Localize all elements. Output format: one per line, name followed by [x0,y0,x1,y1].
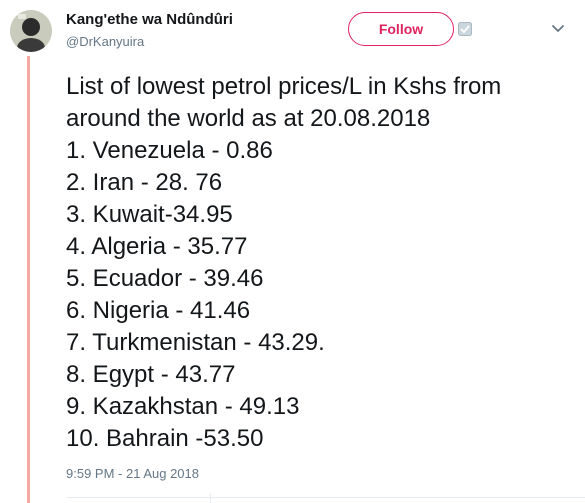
tweet-intro: List of lowest petrol prices/L in Kshs f… [66,73,502,132]
profile-photo-icon [10,10,52,52]
chevron-down-icon[interactable] [551,24,565,34]
list-item: 8. Egypt - 43.77 [66,361,236,388]
divider-tick [210,493,211,503]
list-item: 2. Iran - 28. 76 [66,169,223,196]
thread-line [27,56,30,503]
divider [66,497,585,498]
author-display-name[interactable]: Kang'ethe wa Ndûndûri [66,11,233,28]
list-item: 1. Venezuela - 0.86 [66,137,273,164]
tweet-timestamp[interactable]: 9:59 PM - 21 Aug 2018 [66,466,199,481]
tweet-text: List of lowest petrol prices/L in Kshs f… [66,71,576,455]
avatar[interactable] [10,10,52,52]
list-item: 6. Nigeria - 41.46 [66,297,251,324]
follow-badge-icon [458,22,472,36]
list-item: 3. Kuwait-34.95 [66,201,233,228]
follow-button[interactable]: Follow [348,12,454,46]
list-item: 10. Bahrain -53.50 [66,425,264,452]
list-item: 4. Algeria - 35.77 [66,233,248,260]
author-handle[interactable]: @DrKanyuira [66,34,144,49]
list-item: 7. Turkmenistan - 43.29. [66,329,325,356]
list-item: 5. Ecuador - 39.46 [66,265,264,292]
list-item: 9. Kazakhstan - 49.13 [66,393,300,420]
